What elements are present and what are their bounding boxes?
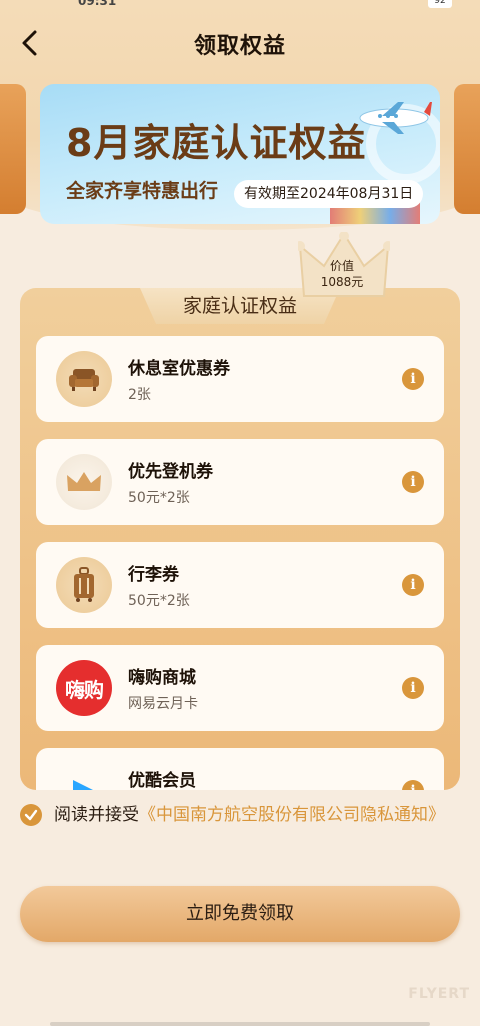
check-icon (24, 809, 38, 821)
benefit-desc: 50元*2张 (128, 490, 190, 506)
benefit-item-haigou-mall[interactable]: 嗨购 嗨购商城 网易云月卡 i (36, 645, 444, 731)
banner-subtitle: 全家齐享特惠出行 (66, 180, 219, 202)
watermark: FLYERT (408, 986, 470, 1002)
benefit-name: 优酷会员 (128, 771, 196, 790)
youku-icon (56, 763, 112, 790)
info-icon[interactable]: i (402, 368, 424, 390)
sofa-icon (56, 351, 112, 407)
benefit-desc: 50元*2张 (128, 593, 190, 609)
benefit-desc: 2张 (128, 387, 151, 403)
agreement-text: 阅读并接受《中国南方航空股份有限公司隐私通知》 (54, 802, 454, 828)
value-label: 价值 (329, 259, 354, 273)
benefit-desc: 网易云月卡 (128, 696, 198, 712)
benefit-list[interactable]: 休息室优惠券 2张 i 优先登机券 50元*2张 i 行李券 50元*2张 i … (36, 336, 444, 790)
info-icon[interactable]: i (402, 574, 424, 596)
benefit-name: 嗨购商城 (128, 668, 196, 688)
benefit-item-luggage[interactable]: 行李券 50元*2张 i (36, 542, 444, 628)
haigou-logo-text: 嗨购 (65, 677, 104, 702)
benefit-item-priority-boarding[interactable]: 优先登机券 50元*2张 i (36, 439, 444, 525)
battery-icon: 92 (428, 0, 452, 8)
benefit-name: 优先登机券 (128, 462, 213, 482)
status-time: 09:31 (78, 0, 117, 8)
benefit-name: 休息室优惠券 (128, 359, 230, 379)
banner-next-peek[interactable] (454, 84, 480, 214)
claim-button[interactable]: 立即免费领取 (20, 886, 460, 942)
info-icon[interactable]: i (402, 780, 424, 790)
promo-banner[interactable]: 8月家庭认证权益 全家齐享特惠出行 有效期至2024年08月31日 (40, 84, 440, 224)
page-title: 领取权益 (193, 34, 286, 59)
benefit-item-youku[interactable]: 优酷会员 i (36, 748, 444, 790)
benefits-panel: 家庭认证权益 休息室优惠券 2张 i 优先登机券 50元*2张 i 行李券 50… (20, 288, 460, 790)
agree-checkbox[interactable] (20, 804, 42, 826)
status-bar: 09:31 92 (0, 0, 480, 10)
nav-bar: 领取权益 (0, 18, 480, 68)
banner-title: 8月家庭认证权益 (66, 121, 367, 165)
benefit-item-lounge[interactable]: 休息室优惠券 2张 i (36, 336, 444, 422)
luggage-icon (56, 557, 112, 613)
privacy-notice-link[interactable]: 《中国南方航空股份有限公司隐私通知》 (139, 805, 445, 825)
crown-icon (56, 454, 112, 510)
value-amount: 1088元 (320, 275, 364, 289)
validity-badge: 有效期至2024年08月31日 (234, 180, 424, 208)
info-icon[interactable]: i (402, 471, 424, 493)
agreement-prefix: 阅读并接受 (54, 805, 139, 825)
benefit-name: 行李券 (128, 565, 179, 585)
banner-prev-peek[interactable] (0, 84, 26, 214)
haigou-logo: 嗨购 (56, 660, 112, 716)
value-badge-text: 价值 1088元 (312, 258, 372, 290)
home-indicator[interactable] (50, 1022, 430, 1026)
info-icon[interactable]: i (402, 677, 424, 699)
